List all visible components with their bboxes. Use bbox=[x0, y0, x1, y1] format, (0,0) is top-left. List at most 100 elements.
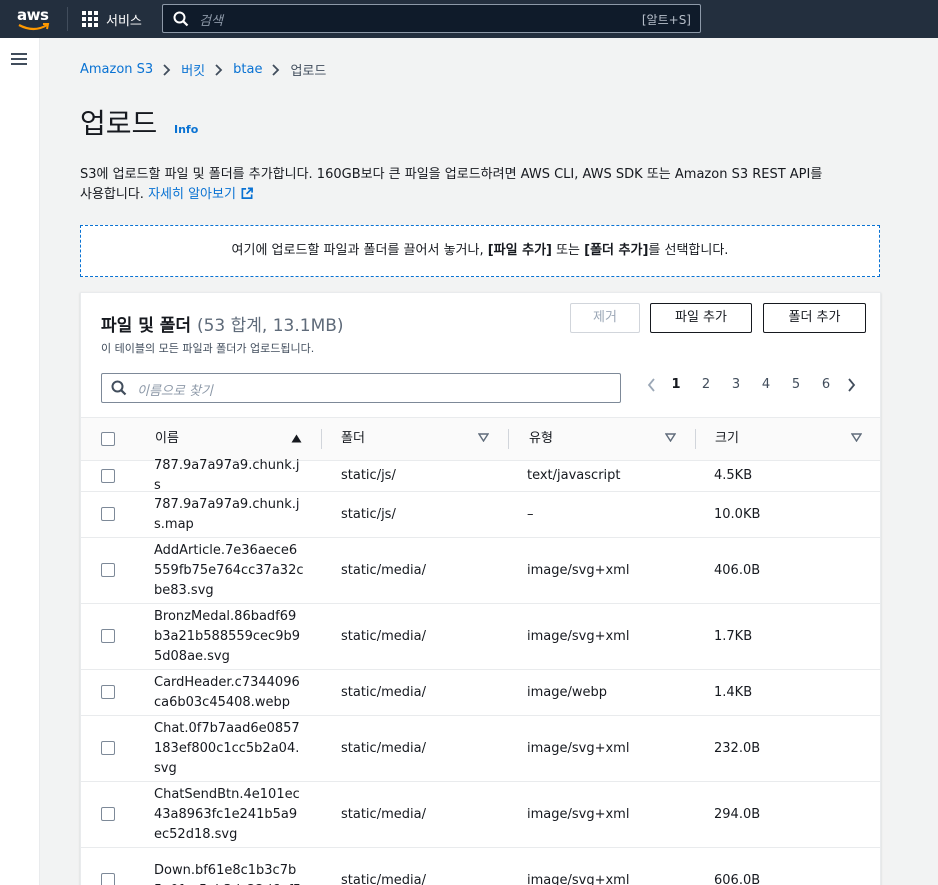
sort-caret-down-icon[interactable] bbox=[851, 433, 862, 442]
file-type: text/javascript bbox=[527, 468, 621, 483]
info-link[interactable]: Info bbox=[174, 123, 198, 136]
row-checkbox[interactable] bbox=[101, 469, 115, 483]
page-2-button[interactable]: 2 bbox=[691, 377, 721, 392]
previous-page-button[interactable] bbox=[641, 377, 661, 392]
breadcrumb: Amazon S3 버킷 btae 업로드 bbox=[80, 60, 326, 79]
table-header: 이름 폴더 유형 크기 bbox=[81, 417, 880, 461]
add-folder-button[interactable]: 폴더 추가 bbox=[763, 303, 866, 333]
table-row: CardHeader.c7344096ca6b03c45408.webp sta… bbox=[81, 670, 880, 716]
file-type: image/svg+xml bbox=[527, 628, 630, 644]
add-files-button[interactable]: 파일 추가 bbox=[650, 303, 752, 333]
aws-smile-icon bbox=[18, 23, 50, 31]
breadcrumb-buckets[interactable]: 버킷 bbox=[181, 60, 205, 79]
page-5-button[interactable]: 5 bbox=[781, 377, 811, 392]
filter-placeholder: 이름으로 찾기 bbox=[137, 384, 213, 399]
file-type: image/svg+xml bbox=[527, 740, 630, 756]
file-name: ChatSendBtn.4e101ec43a8963fc1e241b5a9ec5… bbox=[154, 786, 300, 842]
file-folder: static/js/ bbox=[341, 506, 396, 522]
file-name: 787.9a7a97a9.chunk.js bbox=[154, 458, 300, 493]
file-name: Chat.0f7b7aad6e0857183ef800c1cc5b2a04.sv… bbox=[154, 720, 300, 776]
description-line-1: S3에 업로드할 파일 및 폴더를 추가합니다. 160GB보다 큰 파일을 업… bbox=[80, 167, 823, 182]
panel-title: 파일 및 폴더 (53 합계, 13.1MB) bbox=[101, 311, 344, 336]
row-checkbox[interactable] bbox=[101, 685, 115, 699]
dropzone-text-after: 를 선택합니다. bbox=[648, 243, 729, 258]
column-header-folder[interactable]: 폴더 bbox=[341, 418, 365, 460]
row-checkbox[interactable] bbox=[101, 629, 115, 643]
nav-divider bbox=[67, 7, 68, 31]
menu-icon[interactable] bbox=[11, 53, 27, 65]
find-by-name-input[interactable]: 이름으로 찾기 bbox=[101, 373, 621, 403]
file-type: image/svg+xml bbox=[527, 806, 630, 822]
file-folder: static/media/ bbox=[341, 806, 426, 822]
sort-caret-down-icon[interactable] bbox=[665, 433, 676, 442]
aws-logo[interactable]: aws bbox=[17, 6, 51, 32]
file-folder: static/media/ bbox=[341, 740, 426, 756]
page-title: 업로드 bbox=[80, 107, 158, 140]
search-shortcut: [알트+S] bbox=[641, 13, 691, 27]
breadcrumb-amazon-s3[interactable]: Amazon S3 bbox=[80, 62, 153, 77]
side-navigation bbox=[0, 38, 40, 885]
row-checkbox[interactable] bbox=[101, 563, 115, 577]
table-row: Chat.0f7b7aad6e0857183ef800c1cc5b2a04.sv… bbox=[81, 716, 880, 782]
row-checkbox[interactable] bbox=[101, 873, 115, 885]
file-folder: static/media/ bbox=[341, 562, 426, 578]
external-link-icon bbox=[241, 187, 254, 199]
upload-dropzone[interactable]: 여기에 업로드할 파일과 폴더를 끌어서 놓거나, [파일 추가] 또는 [폴더… bbox=[80, 225, 880, 277]
file-size: 1.7KB bbox=[714, 628, 753, 644]
row-checkbox[interactable] bbox=[101, 741, 115, 755]
file-type: image/webp bbox=[527, 684, 608, 700]
column-separator bbox=[695, 429, 696, 449]
column-separator bbox=[321, 429, 322, 449]
table-row: ChatSendBtn.4e101ec43a8963fc1e241b5a9ec5… bbox=[81, 782, 880, 848]
files-table-body: 787.9a7a97a9.chunk.js static/js/ text/ja… bbox=[81, 458, 880, 885]
sort-caret-down-icon[interactable] bbox=[478, 433, 489, 442]
page-3-button[interactable]: 3 bbox=[721, 377, 751, 392]
dropzone-add-folder: [폴더 추가] bbox=[584, 243, 649, 258]
file-size: 294.0B bbox=[714, 806, 761, 822]
panel-title-text: 파일 및 폴더 bbox=[101, 316, 192, 336]
chevron-right-icon bbox=[847, 377, 855, 392]
description-line-2: 사용합니다. bbox=[80, 187, 149, 202]
table-row: AddArticle.7e36aece6559fb75e764cc37a32cb… bbox=[81, 538, 880, 604]
page-description: S3에 업로드할 파일 및 폴더를 추가합니다. 160GB보다 큰 파일을 업… bbox=[80, 165, 880, 205]
sort-ascending-icon[interactable] bbox=[291, 434, 302, 443]
search-icon bbox=[111, 380, 127, 396]
column-header-type[interactable]: 유형 bbox=[529, 418, 553, 460]
dropzone-text-before: 여기에 업로드할 파일과 폴더를 끌어서 놓거나, bbox=[231, 243, 488, 258]
panel-subtitle: 이 테이블의 모든 파일과 폴더가 업로드됩니다. bbox=[101, 342, 315, 355]
file-size: 1.4KB bbox=[714, 684, 753, 700]
select-all-checkbox[interactable] bbox=[101, 432, 115, 446]
dropzone-text-middle: 또는 bbox=[551, 243, 585, 258]
file-name: AddArticle.7e36aece6559fb75e764cc37a32cb… bbox=[154, 542, 304, 598]
column-header-size[interactable]: 크기 bbox=[715, 418, 739, 460]
page-4-button[interactable]: 4 bbox=[751, 377, 781, 392]
breadcrumb-bucket[interactable]: btae bbox=[233, 62, 262, 77]
chevron-right-icon bbox=[163, 63, 171, 76]
breadcrumb-current: 업로드 bbox=[290, 64, 327, 79]
services-label: 서비스 bbox=[106, 13, 142, 29]
file-name: BronzMedal.86badf69b3a21b588559cec9b95d0… bbox=[154, 608, 300, 664]
chevron-right-icon bbox=[215, 63, 223, 76]
row-checkbox[interactable] bbox=[101, 807, 115, 821]
file-folder: static/media/ bbox=[341, 628, 426, 644]
remove-button[interactable]: 제거 bbox=[570, 303, 640, 333]
file-type: image/svg+xml bbox=[527, 872, 630, 885]
global-search-input[interactable]: 검색 [알트+S] bbox=[162, 4, 701, 33]
learn-more-link[interactable]: 자세히 알아보기 bbox=[148, 187, 254, 202]
file-size: 406.0B bbox=[714, 562, 761, 578]
file-size: 10.0KB bbox=[714, 506, 761, 522]
next-page-button[interactable] bbox=[841, 377, 861, 392]
chevron-right-icon bbox=[272, 63, 280, 76]
file-name: 787.9a7a97a9.chunk.js.map bbox=[154, 496, 300, 532]
column-separator bbox=[508, 429, 509, 449]
page-6-button[interactable]: 6 bbox=[811, 377, 841, 392]
column-header-name[interactable]: 이름 bbox=[155, 418, 179, 460]
files-and-folders-panel: 파일 및 폴더 (53 합계, 13.1MB) 이 테이블의 모든 파일과 폴더… bbox=[80, 292, 881, 885]
dropzone-add-files: [파일 추가] bbox=[487, 243, 552, 258]
page-1-button[interactable]: 1 bbox=[661, 377, 691, 392]
services-menu-button[interactable]: 서비스 bbox=[82, 8, 142, 30]
row-checkbox[interactable] bbox=[101, 507, 115, 521]
top-navigation: aws 서비스 검색 [알트+S] bbox=[0, 0, 938, 38]
file-folder: static/js/ bbox=[341, 468, 396, 483]
file-size: 232.0B bbox=[714, 740, 761, 756]
